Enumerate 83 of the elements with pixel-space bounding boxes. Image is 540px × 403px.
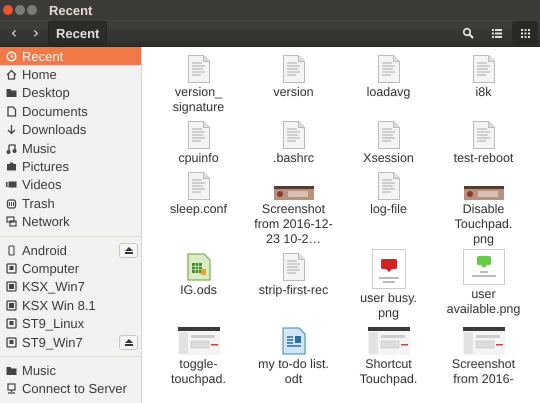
video-icon bbox=[6, 179, 17, 190]
file-name[interactable]: cpuinfo bbox=[158, 151, 238, 166]
text-file-icon[interactable] bbox=[282, 55, 304, 83]
close-icon[interactable] bbox=[3, 5, 13, 15]
file-name[interactable]: Screenshot from 2016-12-23 10-2… bbox=[254, 202, 334, 247]
document-icon[interactable] bbox=[282, 327, 306, 355]
sidebar-item[interactable]: KSX Win 8.1 bbox=[0, 296, 141, 314]
text-file-icon[interactable] bbox=[282, 253, 304, 281]
drive-icon bbox=[6, 318, 17, 330]
search-icon[interactable] bbox=[462, 27, 474, 39]
disk-icon bbox=[6, 281, 17, 292]
file-name[interactable]: Shortcut Touchpad. bbox=[348, 357, 428, 387]
download-icon bbox=[6, 124, 17, 136]
eject-button[interactable] bbox=[119, 334, 138, 350]
sidebar-item[interactable]: Documents bbox=[0, 102, 141, 121]
spreadsheet-icon[interactable] bbox=[186, 253, 210, 281]
file-name[interactable]: user available.png bbox=[444, 287, 524, 317]
sidebar-item[interactable]: KSX_Win7 bbox=[0, 278, 141, 296]
list-view-icon[interactable] bbox=[492, 28, 502, 38]
folder-icon bbox=[6, 364, 17, 376]
document-icon bbox=[6, 106, 17, 117]
server-icon bbox=[6, 383, 17, 394]
sidebar-item[interactable]: Videos bbox=[0, 176, 141, 194]
file-name[interactable]: IG.ods bbox=[158, 283, 238, 298]
text-file-icon[interactable] bbox=[472, 55, 494, 83]
text-file-icon[interactable] bbox=[378, 172, 400, 200]
sidebar-item[interactable]: Android bbox=[0, 240, 141, 260]
file-name[interactable]: Xsession bbox=[348, 151, 428, 166]
file-name[interactable]: user busy. png bbox=[348, 291, 428, 321]
music-icon bbox=[6, 142, 17, 154]
drive-icon bbox=[6, 262, 17, 274]
sidebar-item[interactable]: ST9_Linux bbox=[0, 314, 141, 333]
text-file-icon[interactable] bbox=[282, 121, 304, 149]
disk-icon bbox=[6, 300, 17, 311]
file-name[interactable]: .bashrc bbox=[254, 151, 334, 166]
file-name[interactable]: version bbox=[254, 85, 334, 100]
forward-button[interactable]: › bbox=[26, 22, 46, 44]
sidebar-item[interactable]: Connect to Server bbox=[0, 380, 141, 398]
sidebar-item[interactable]: Pictures bbox=[0, 157, 141, 176]
sidebar-item[interactable]: ST9_Win7 bbox=[0, 332, 141, 352]
file-name[interactable]: i8k bbox=[444, 85, 524, 100]
file-name[interactable]: toggle- touchpad. bbox=[158, 357, 238, 387]
text-file-icon[interactable] bbox=[472, 121, 494, 149]
home-icon bbox=[6, 69, 17, 80]
sidebar-item[interactable]: Desktop bbox=[0, 84, 141, 102]
grid-view-icon bbox=[520, 28, 530, 38]
eject-icon bbox=[124, 246, 132, 254]
camera-icon bbox=[6, 161, 17, 172]
sidebar-item[interactable]: Music bbox=[0, 361, 141, 380]
file-name[interactable]: Screenshot from 2016- bbox=[444, 357, 524, 387]
network-icon bbox=[6, 216, 17, 228]
sidebar-item[interactable]: Trash bbox=[0, 194, 141, 213]
file-name[interactable]: test-reboot bbox=[444, 151, 524, 166]
file-name[interactable]: my to-do list. odt bbox=[254, 357, 334, 387]
drive-icon bbox=[6, 336, 17, 348]
file-name[interactable]: loadavg bbox=[348, 85, 428, 100]
eject-button[interactable] bbox=[119, 242, 138, 258]
trash-icon bbox=[6, 198, 17, 209]
grid-view-button[interactable] bbox=[512, 21, 538, 45]
path-button[interactable]: Recent bbox=[48, 21, 108, 45]
maximize-icon[interactable] bbox=[27, 5, 37, 15]
sidebar-item[interactable]: Network bbox=[0, 212, 141, 231]
window-title: Recent bbox=[49, 2, 92, 18]
recent-icon bbox=[6, 50, 17, 62]
file-name[interactable]: Disable Touchpad. png bbox=[444, 202, 524, 247]
minimize-icon[interactable] bbox=[15, 5, 25, 15]
file-name[interactable]: log-file bbox=[348, 202, 428, 217]
folder-icon bbox=[6, 87, 17, 98]
file-name[interactable]: version_ signature bbox=[158, 85, 238, 115]
back-button[interactable]: ‹ bbox=[4, 22, 24, 44]
eject-icon bbox=[124, 338, 132, 346]
text-file-icon[interactable] bbox=[378, 121, 400, 149]
sidebar-item[interactable]: Computer bbox=[0, 259, 141, 278]
phone-icon bbox=[6, 244, 17, 256]
text-file-icon[interactable] bbox=[378, 55, 400, 83]
text-file-icon[interactable] bbox=[188, 55, 210, 83]
text-file-icon[interactable] bbox=[188, 121, 210, 149]
sidebar-item[interactable]: Home bbox=[0, 65, 141, 84]
text-file-icon[interactable] bbox=[188, 172, 210, 200]
file-name[interactable]: strip-first-rec bbox=[254, 283, 334, 298]
file-name[interactable]: sleep.conf bbox=[158, 202, 238, 217]
sidebar-item[interactable]: Downloads bbox=[0, 120, 141, 139]
sidebar-item[interactable]: Music bbox=[0, 138, 141, 158]
